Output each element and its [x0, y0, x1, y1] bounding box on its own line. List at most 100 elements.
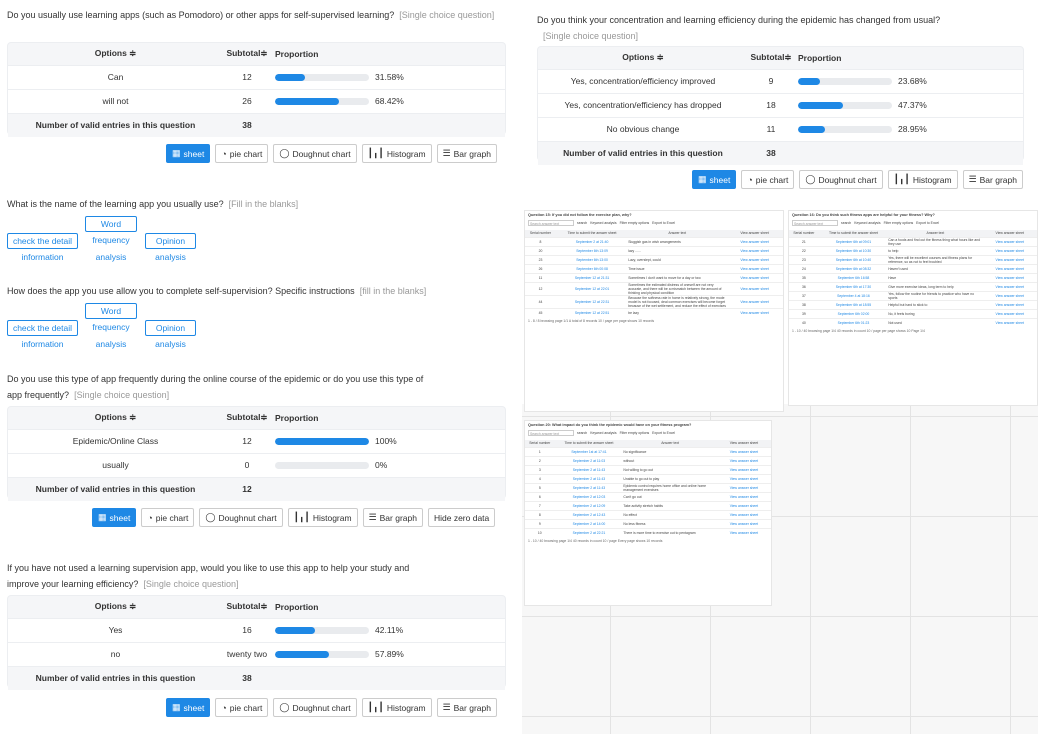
check-detail-sublabel[interactable]: information — [7, 339, 78, 349]
bar-graph-button[interactable]: ☰ Bar graph — [436, 698, 497, 717]
export-excel-button[interactable]: Export to Excel — [652, 221, 675, 225]
opinion-analysis-sublabel[interactable]: analysis — [145, 252, 196, 262]
check-detail-button[interactable]: check the detail — [7, 233, 78, 249]
pie-chart-button[interactable]: ◔ pie chart — [215, 144, 269, 163]
view-answer-link[interactable]: View answer sheet — [726, 294, 783, 308]
doughnut-chart-button[interactable]: ◯ Doughnut chart — [199, 508, 283, 527]
view-answer-link[interactable]: View answer sheet — [982, 254, 1037, 264]
sheet-button[interactable]: ▦ sheet — [166, 698, 211, 717]
view-answer-link[interactable]: View answer sheet — [716, 527, 771, 537]
word-frequency-button[interactable]: Word — [85, 216, 137, 232]
histogram-button[interactable]: ┃╻┃ Histogram — [361, 144, 432, 163]
opinion-analysis-button[interactable]: Opinion — [145, 233, 196, 249]
table-row: 24 September 6th at 08:32 Haven't used View… — [789, 263, 1037, 273]
view-answer-link[interactable]: View answer sheet — [726, 254, 783, 264]
word-frequency-label[interactable]: frequency — [85, 235, 137, 245]
bar-graph-button[interactable]: ☰ Bar graph — [436, 144, 497, 163]
table-row: 22 September 6th at 10:30 to help View answ… — [789, 245, 1037, 255]
view-answer-link[interactable]: View answer sheet — [716, 482, 771, 492]
view-answer-link[interactable]: View answer sheet — [982, 299, 1037, 309]
col-options[interactable]: Options ≑ — [538, 47, 748, 69]
col-subtotal[interactable]: Subtotal≑ — [223, 43, 271, 65]
table-row: 7 September 2 at 12:09 Take activity stret… — [525, 500, 771, 510]
view-answer-link[interactable]: View answer sheet — [982, 272, 1037, 282]
opinion-analysis-sublabel[interactable]: analysis — [145, 339, 196, 349]
view-answer-link[interactable]: View answer sheet — [716, 446, 771, 456]
question-title: How does the app you use allow you to co… — [7, 286, 427, 296]
sheet-button[interactable]: ▦ sheet — [166, 144, 211, 163]
view-answer-link[interactable]: View answer sheet — [716, 455, 771, 465]
pie-chart-button[interactable]: ◔ pie chart — [741, 170, 795, 189]
word-frequency-sublabel[interactable]: analysis — [85, 339, 137, 349]
keyword-analysis-button[interactable]: Keyword analysis — [590, 431, 616, 435]
sheet-button[interactable]: ▦ sheet — [692, 170, 737, 189]
view-answer-link[interactable]: View answer sheet — [726, 272, 783, 282]
view-answer-link[interactable]: View answer sheet — [716, 518, 771, 528]
word-frequency-sublabel[interactable]: analysis — [85, 252, 137, 262]
view-answer-link[interactable]: View answer sheet — [982, 245, 1037, 255]
search-input[interactable]: Search answer text — [792, 220, 838, 226]
filter-empty-checkbox[interactable]: Filter empty options — [620, 431, 650, 435]
col-subtotal[interactable]: Subtotal≑ — [223, 596, 271, 618]
view-answer-link[interactable]: View answer sheet — [982, 281, 1037, 291]
table-row: will not 26 68.42% — [8, 88, 505, 113]
col-proportion: Proportion — [275, 601, 319, 612]
keyword-analysis-button[interactable]: Keyword analysis — [854, 221, 880, 225]
histogram-button[interactable]: ┃╻┃ Histogram — [361, 698, 432, 717]
check-detail-button[interactable]: check the detail — [7, 320, 78, 336]
export-excel-button[interactable]: Export to Excel — [916, 221, 939, 225]
view-answer-link[interactable]: View answer sheet — [982, 263, 1037, 273]
search-button[interactable]: search — [577, 431, 587, 435]
histogram-button[interactable]: ┃╻┃ Histogram — [287, 508, 358, 527]
pagination[interactable]: 1 - 10 / 40 browsing page 1/4 40 records… — [789, 327, 1037, 335]
doughnut-chart-button[interactable]: ◯ Doughnut chart — [273, 144, 357, 163]
pie-chart-button[interactable]: ◔ pie chart — [141, 508, 195, 527]
doughnut-chart-button[interactable]: ◯ Doughnut chart — [799, 170, 883, 189]
view-answer-link[interactable]: View answer sheet — [716, 473, 771, 483]
export-excel-button[interactable]: Export to Excel — [652, 431, 675, 435]
table-row: 8 September 2 at 21:40 Sluggish gas in wis… — [525, 236, 783, 246]
pagination[interactable]: 1 - 10 / 40 browsing page 1/4 40 records… — [525, 537, 771, 545]
filter-empty-checkbox[interactable]: Filter empty options — [620, 221, 650, 225]
search-input[interactable]: Search answer text — [528, 220, 574, 226]
word-frequency-label[interactable]: frequency — [85, 322, 137, 332]
view-answer-link[interactable]: View answer sheet — [982, 236, 1037, 246]
question-title: What is the name of the learning app you… — [7, 199, 299, 209]
table-row: 6 September 2 at 12:03 Can't go out View an… — [525, 491, 771, 501]
sheet-button[interactable]: ▦ sheet — [92, 508, 137, 527]
col-subtotal[interactable]: Subtotal≑ — [748, 47, 794, 69]
view-answer-link[interactable]: View answer sheet — [726, 307, 783, 317]
view-answer-link[interactable]: View answer sheet — [982, 308, 1037, 318]
check-detail-sublabel[interactable]: information — [7, 252, 78, 262]
bar-graph-icon: ☰ — [968, 174, 977, 184]
view-answer-link[interactable]: View answer sheet — [716, 491, 771, 501]
view-answer-link[interactable]: View answer sheet — [726, 263, 783, 273]
search-input[interactable]: Search answer text — [528, 430, 574, 436]
col-options[interactable]: Options ≑ — [8, 43, 223, 65]
col-options[interactable]: Options ≑ — [8, 596, 223, 618]
view-answer-link[interactable]: View answer sheet — [982, 317, 1037, 327]
doughnut-chart-button[interactable]: ◯ Doughnut chart — [273, 698, 357, 717]
bar-graph-button[interactable]: ☰ Bar graph — [962, 170, 1023, 189]
keyword-analysis-button[interactable]: Keyword analysis — [590, 221, 616, 225]
search-button[interactable]: search — [841, 221, 851, 225]
view-answer-link[interactable]: View answer sheet — [726, 236, 783, 246]
view-answer-link[interactable]: View answer sheet — [726, 281, 783, 295]
search-button[interactable]: search — [577, 221, 587, 225]
bar-graph-button[interactable]: ☰ Bar graph — [362, 508, 423, 527]
pie-chart-button[interactable]: ◔ pie chart — [215, 698, 269, 717]
opinion-analysis-button[interactable]: Opinion — [145, 320, 196, 336]
view-answer-link[interactable]: View answer sheet — [982, 290, 1037, 300]
col-subtotal[interactable]: Subtotal≑ — [223, 407, 271, 429]
pagination[interactable]: 1 - 8 / 8 browsing page 1/1 A total of 8… — [525, 317, 783, 325]
col-options[interactable]: Options ≑ — [8, 407, 223, 429]
word-frequency-button[interactable]: Word — [85, 303, 137, 319]
hide-zero-data-button[interactable]: Hide zero data — [427, 508, 496, 527]
doughnut-icon: ◯ — [279, 148, 290, 158]
view-answer-link[interactable]: View answer sheet — [716, 464, 771, 474]
view-answer-link[interactable]: View answer sheet — [716, 509, 771, 519]
view-answer-link[interactable]: View answer sheet — [726, 245, 783, 255]
view-answer-link[interactable]: View answer sheet — [716, 500, 771, 510]
histogram-button[interactable]: ┃╻┃ Histogram — [887, 170, 958, 189]
filter-empty-checkbox[interactable]: Filter empty options — [884, 221, 914, 225]
